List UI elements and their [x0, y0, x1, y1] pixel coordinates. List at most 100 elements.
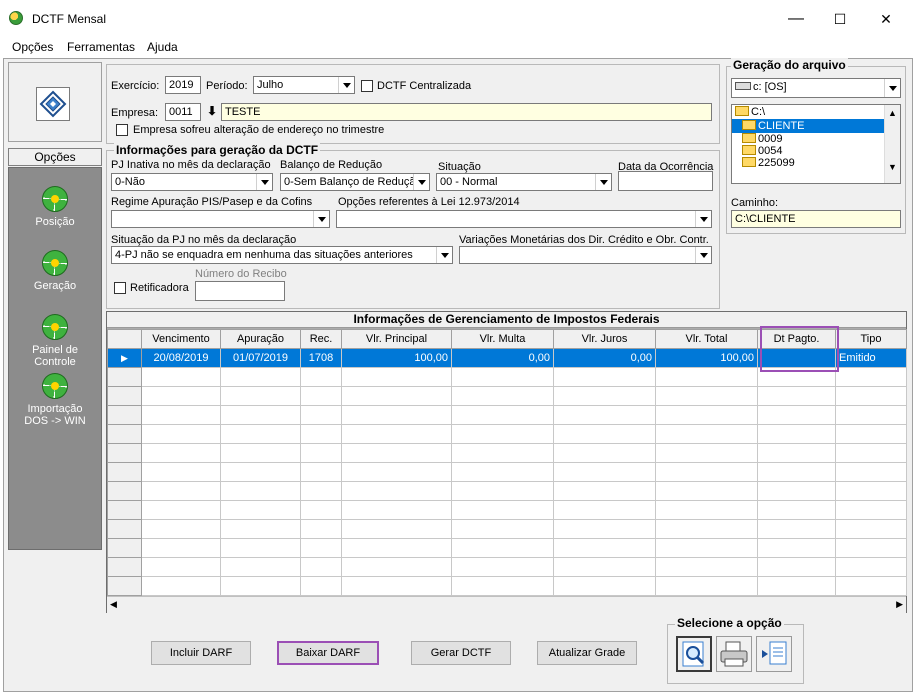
table-cell[interactable]: 20/08/2019 — [141, 348, 221, 368]
table-cell[interactable] — [220, 405, 301, 425]
table-cell[interactable] — [655, 481, 758, 501]
table-cell[interactable] — [451, 424, 554, 444]
table-cell[interactable] — [451, 405, 554, 425]
table-cell[interactable] — [341, 462, 452, 482]
table-cell[interactable] — [553, 557, 656, 577]
table-cell[interactable]: 0,00 — [553, 348, 656, 368]
table-cell[interactable] — [835, 538, 907, 558]
table-cell[interactable] — [553, 443, 656, 463]
table-cell[interactable] — [451, 500, 554, 520]
sidebar-item-geracao[interactable]: Geração — [8, 250, 102, 292]
table-cell[interactable] — [220, 519, 301, 539]
table-cell[interactable] — [553, 405, 656, 425]
table-cell[interactable] — [553, 462, 656, 482]
table-cell[interactable] — [757, 519, 836, 539]
table-cell[interactable] — [300, 367, 342, 387]
table-cell[interactable] — [141, 538, 221, 558]
list-item[interactable]: 0054 — [732, 145, 900, 157]
sidebar-item-posicao[interactable]: Posição — [8, 186, 102, 228]
minimize-button[interactable]: — — [776, 6, 816, 32]
table-cell[interactable] — [300, 557, 342, 577]
list-item[interactable]: 225099 — [732, 157, 900, 169]
table-cell[interactable] — [835, 462, 907, 482]
table-cell[interactable] — [655, 386, 758, 406]
table-cell[interactable] — [553, 481, 656, 501]
balanco-select[interactable]: 0-Sem Balanço de Reduçã — [280, 173, 430, 191]
maximize-button[interactable]: ☐ — [820, 6, 860, 32]
table-cell[interactable] — [220, 462, 301, 482]
table-cell[interactable] — [451, 519, 554, 539]
table-row-empty[interactable] — [107, 500, 907, 520]
table-row-empty[interactable] — [107, 519, 907, 539]
table-cell[interactable] — [757, 443, 836, 463]
print-button[interactable] — [716, 636, 752, 672]
table-cell[interactable] — [757, 481, 836, 501]
regime-select[interactable] — [111, 210, 330, 228]
situacao-pj-select[interactable]: 4-PJ não se enquadra em nenhuma das situ… — [111, 246, 453, 264]
table-cell[interactable] — [757, 405, 836, 425]
menu-opcoes[interactable]: Opções — [12, 40, 53, 54]
table-cell[interactable] — [553, 367, 656, 387]
table-cell[interactable] — [451, 462, 554, 482]
sidebar-item-painel[interactable]: Painel de Controle — [8, 314, 102, 368]
table-cell[interactable] — [300, 481, 342, 501]
table-cell[interactable] — [220, 386, 301, 406]
folder-list[interactable]: C:\ CLIENTE 0009 0054 225099 ▲ ▼ — [731, 104, 901, 184]
table-cell[interactable] — [553, 519, 656, 539]
variacoes-select[interactable] — [459, 246, 712, 264]
centralizada-checkbox[interactable] — [361, 80, 373, 92]
table-cell[interactable] — [835, 500, 907, 520]
menu-ajuda[interactable]: Ajuda — [147, 40, 178, 54]
table-cell[interactable] — [141, 386, 221, 406]
table-cell[interactable] — [835, 481, 907, 501]
data-ocorrencia-input[interactable] — [618, 171, 713, 191]
table-cell[interactable] — [141, 367, 221, 387]
close-button[interactable]: ✕ — [866, 6, 906, 32]
table-cell[interactable] — [835, 443, 907, 463]
retificadora-checkbox[interactable] — [114, 282, 126, 294]
folder-list-scrollbar[interactable]: ▲ ▼ — [884, 105, 900, 183]
table-row-empty[interactable] — [107, 405, 907, 425]
table-cell[interactable] — [300, 405, 342, 425]
table-cell[interactable] — [451, 386, 554, 406]
row-header[interactable] — [107, 405, 142, 425]
table-row-empty[interactable] — [107, 443, 907, 463]
table-cell[interactable] — [341, 576, 452, 596]
table-cell[interactable] — [655, 576, 758, 596]
table-cell[interactable] — [300, 576, 342, 596]
row-header[interactable] — [107, 424, 142, 444]
table-cell[interactable] — [341, 386, 452, 406]
gerar-dctf-button[interactable]: Gerar DCTF — [411, 641, 511, 665]
periodo-select[interactable]: Julho — [253, 76, 355, 94]
exercicio-input[interactable]: 2019 — [165, 76, 201, 94]
table-cell[interactable] — [220, 538, 301, 558]
table-cell[interactable] — [451, 538, 554, 558]
table-cell[interactable] — [655, 557, 758, 577]
row-header[interactable] — [107, 500, 142, 520]
table-cell[interactable] — [553, 386, 656, 406]
table-cell[interactable]: 0,00 — [451, 348, 554, 368]
row-header[interactable] — [107, 519, 142, 539]
column-header[interactable]: Vlr. Juros — [553, 329, 656, 349]
table-cell[interactable] — [757, 500, 836, 520]
table-row-empty[interactable] — [107, 481, 907, 501]
table-cell[interactable] — [757, 462, 836, 482]
table-cell[interactable] — [300, 443, 342, 463]
table-cell[interactable] — [553, 576, 656, 596]
drive-select[interactable]: c: [OS] — [731, 78, 901, 98]
table-cell[interactable] — [451, 481, 554, 501]
table-cell[interactable]: Emitido — [835, 348, 907, 368]
table-row-empty[interactable] — [107, 462, 907, 482]
baixar-darf-button[interactable]: Baixar DARF — [277, 641, 379, 665]
table-cell[interactable] — [141, 405, 221, 425]
table-cell[interactable] — [141, 519, 221, 539]
grid-horizontal-scrollbar[interactable]: ◀ ▶ — [107, 596, 906, 613]
scroll-left-icon[interactable]: ◀ — [110, 599, 117, 610]
column-header[interactable]: Vlr. Total — [655, 329, 758, 349]
table-cell[interactable] — [141, 481, 221, 501]
table-cell[interactable] — [835, 386, 907, 406]
table-row-empty[interactable] — [107, 576, 907, 596]
table-cell[interactable] — [835, 424, 907, 444]
table-cell[interactable] — [655, 405, 758, 425]
table-cell[interactable] — [553, 500, 656, 520]
